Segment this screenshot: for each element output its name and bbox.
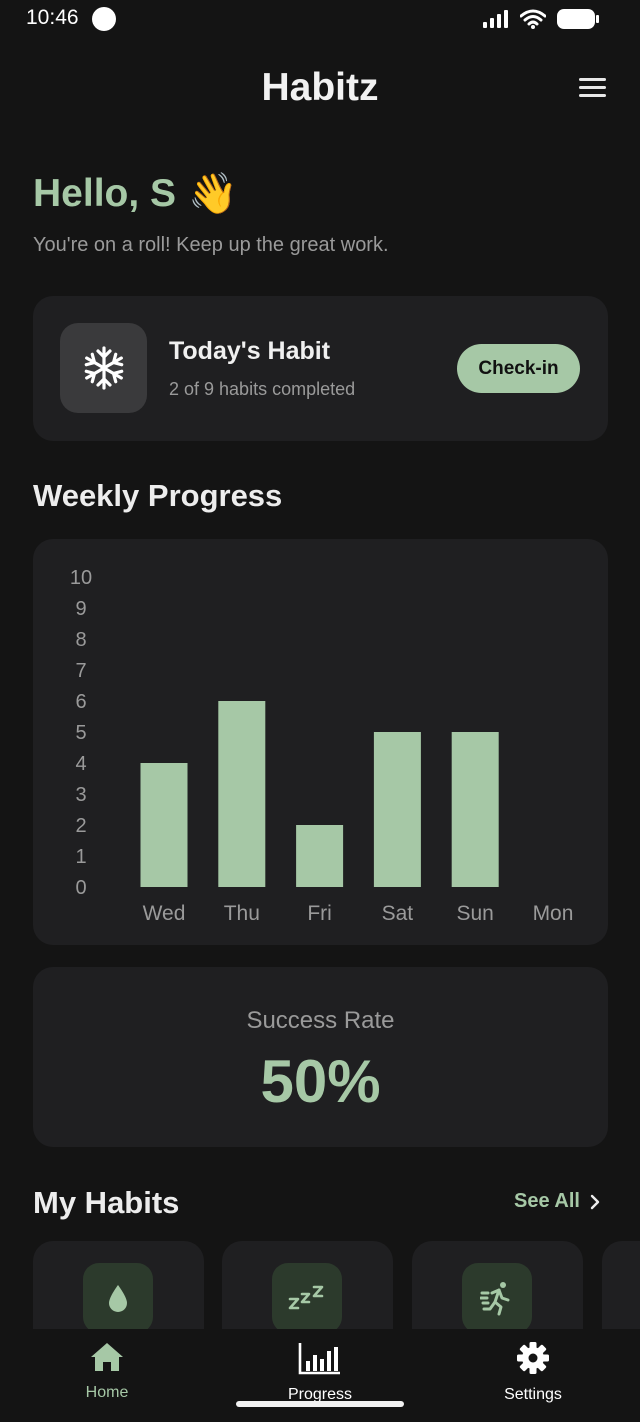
habit-card-sleep[interactable] bbox=[222, 1241, 393, 1329]
weekly-progress-svg: 0 1 2 3 4 5 6 7 8 9 10 Wed Thu Fri Sat Sun Mon bbox=[70, 567, 574, 925]
status-icons bbox=[482, 8, 600, 30]
habits-carousel[interactable] bbox=[33, 1241, 640, 1329]
y-tick-label: 5 bbox=[75, 722, 86, 744]
weekly-progress-chart: 0 1 2 3 4 5 6 7 8 9 10 Wed Thu Fri Sat Sun Mon bbox=[33, 539, 608, 945]
y-tick-label: 3 bbox=[75, 784, 86, 806]
habit-icon-box bbox=[462, 1263, 532, 1329]
nav-settings-label: Settings bbox=[504, 1386, 562, 1403]
greeting-text: Hello, S bbox=[33, 171, 177, 215]
x-tick-label: Wed bbox=[143, 902, 186, 925]
water-drop-icon bbox=[109, 1285, 127, 1312]
y-tick-label: 0 bbox=[75, 877, 86, 899]
x-tick-label: Thu bbox=[224, 902, 260, 925]
y-tick-label: 2 bbox=[75, 815, 86, 837]
y-tick-label: 6 bbox=[75, 691, 86, 713]
habit-card-running[interactable] bbox=[412, 1241, 583, 1329]
home-icon bbox=[91, 1343, 123, 1371]
today-habit-title: Today's Habit bbox=[169, 337, 331, 365]
weekly-progress-title: Weekly Progress bbox=[33, 478, 283, 513]
home-indicator bbox=[236, 1401, 404, 1407]
bottom-nav: Home Progress Settings bbox=[0, 1329, 640, 1422]
success-rate-card: Success Rate 50% bbox=[33, 967, 608, 1147]
x-tick-label: Sun bbox=[457, 902, 494, 925]
success-rate-label: Success Rate bbox=[246, 1007, 395, 1034]
see-all-link[interactable]: See All bbox=[514, 1190, 600, 1213]
battery-icon bbox=[557, 9, 599, 29]
habit-icon-box bbox=[83, 1263, 153, 1329]
y-tick-label: 9 bbox=[75, 598, 86, 620]
menu-icon[interactable] bbox=[579, 78, 606, 97]
x-tick-label: Sat bbox=[382, 902, 414, 925]
notification-dot-icon bbox=[92, 7, 116, 31]
y-tick-label: 4 bbox=[75, 753, 86, 775]
signal-icon bbox=[483, 10, 508, 28]
app-title: Habitz bbox=[261, 66, 379, 109]
waving-hand-icon: 👋 bbox=[188, 172, 238, 216]
snowflake-icon bbox=[84, 346, 123, 390]
status-bar: 10:46 bbox=[0, 0, 640, 40]
y-tick-label: 8 bbox=[75, 629, 86, 651]
sleep-icon bbox=[288, 1285, 324, 1310]
gear-icon bbox=[517, 1342, 549, 1374]
running-icon bbox=[480, 1282, 510, 1316]
chevron-right-icon bbox=[590, 1194, 600, 1209]
greeting: Hello, S 👋 bbox=[33, 170, 238, 217]
x-tick-label: Mon bbox=[533, 902, 574, 925]
habit-card-partial[interactable] bbox=[602, 1241, 640, 1329]
bar-sun bbox=[451, 732, 499, 887]
nav-progress[interactable]: Progress bbox=[245, 1341, 395, 1404]
check-in-button[interactable]: Check-in bbox=[457, 344, 580, 393]
bar-sat bbox=[373, 732, 421, 887]
bar-wed bbox=[140, 763, 188, 887]
y-tick-label: 1 bbox=[75, 846, 86, 868]
success-rate-value: 50% bbox=[260, 1048, 381, 1115]
nav-settings[interactable]: Settings bbox=[458, 1341, 608, 1404]
x-tick-label: Fri bbox=[307, 902, 332, 925]
habit-icon-box bbox=[272, 1263, 342, 1329]
bar-fri bbox=[296, 825, 344, 887]
nav-home[interactable]: Home bbox=[32, 1341, 182, 1402]
my-habits-title: My Habits bbox=[33, 1185, 180, 1220]
wifi-icon bbox=[520, 9, 546, 29]
today-habit-subtitle: 2 of 9 habits completed bbox=[169, 379, 356, 399]
today-habit-icon-box bbox=[60, 323, 147, 413]
screen: 10:46 Habitz Hello, S 👋 You're on a roll… bbox=[0, 0, 640, 1422]
bar-thu bbox=[218, 701, 266, 887]
habit-card-water[interactable] bbox=[33, 1241, 204, 1329]
bar-chart-icon bbox=[298, 1343, 340, 1375]
status-time: 10:46 bbox=[26, 6, 79, 29]
nav-home-label: Home bbox=[85, 1384, 129, 1401]
y-tick-label: 7 bbox=[75, 660, 86, 682]
today-habit-card: Today's Habit 2 of 9 habits completed Ch… bbox=[33, 296, 608, 441]
greeting-subtitle: You're on a roll! Keep up the great work… bbox=[33, 234, 389, 256]
see-all-label: See All bbox=[514, 1190, 580, 1212]
y-tick-label: 10 bbox=[70, 567, 92, 589]
